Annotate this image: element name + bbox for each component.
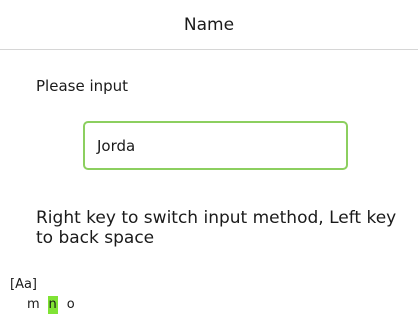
character-option-selected[interactable]: n (47, 296, 58, 314)
name-input[interactable]: Jorda (83, 121, 348, 170)
input-mode-indicator: [Aa] (10, 277, 38, 292)
character-picker: m n o (27, 296, 76, 314)
input-prompt: Please input (36, 77, 129, 95)
help-text: Right key to switch input method, Left k… (36, 208, 397, 248)
name-input-value: Jorda (97, 136, 136, 155)
character-option[interactable]: o (66, 296, 76, 314)
character-option[interactable]: m (27, 296, 40, 314)
title-bar: Name (0, 0, 418, 50)
page-title: Name (183, 14, 235, 35)
name-input-screen: Name Please input Jorda Right key to swi… (0, 0, 418, 320)
